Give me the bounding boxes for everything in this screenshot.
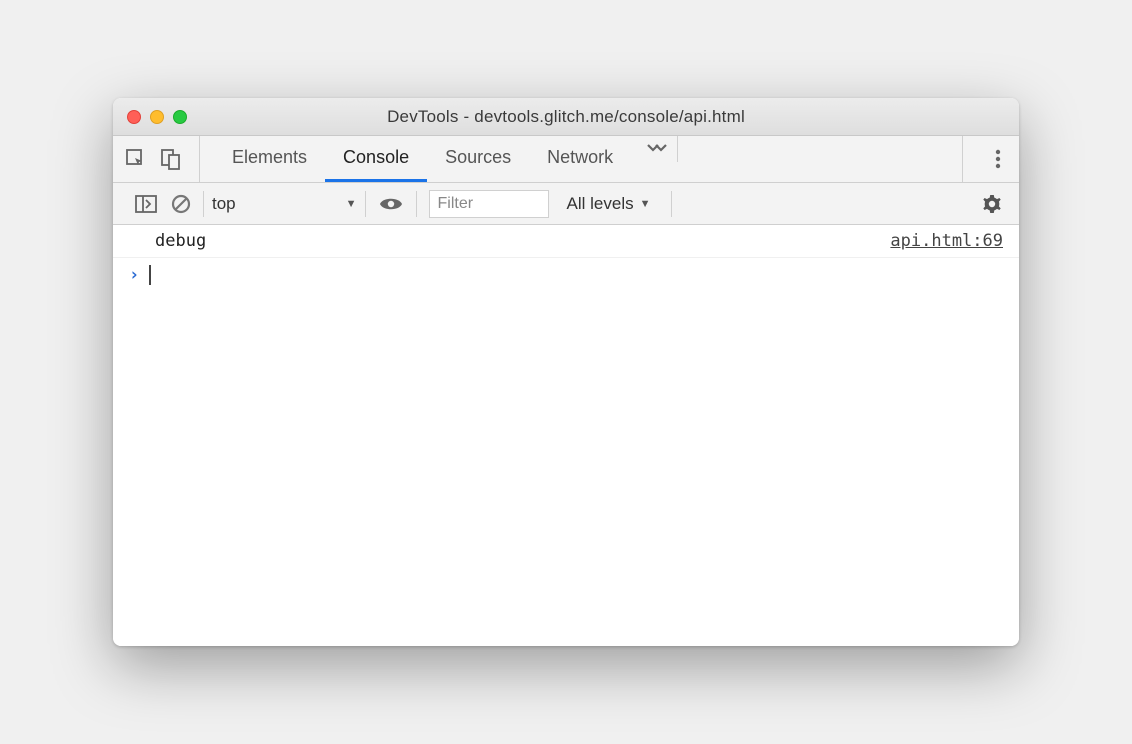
- chevron-down-icon: ▼: [640, 198, 651, 210]
- log-levels-select[interactable]: All levels ▼: [559, 194, 659, 214]
- inspect-element-icon[interactable]: [125, 148, 147, 170]
- tabs: Elements Console Sources Network: [214, 136, 631, 182]
- sidebar-toggle-icon[interactable]: [135, 195, 157, 213]
- maximize-button[interactable]: [173, 110, 187, 124]
- devtools-window: DevTools - devtools.glitch.me/console/ap…: [113, 98, 1019, 646]
- device-toggle-icon[interactable]: [161, 148, 181, 170]
- context-label: top: [212, 194, 236, 214]
- tabs-left-icons: [125, 136, 200, 182]
- more-tabs-icon[interactable]: [637, 136, 678, 162]
- titlebar: DevTools - devtools.glitch.me/console/ap…: [113, 98, 1019, 136]
- console-log-text: debug: [155, 231, 206, 251]
- filter-input[interactable]: [429, 190, 549, 218]
- tabs-right: [962, 136, 1015, 182]
- console-input-row[interactable]: ›: [113, 258, 1019, 291]
- window-title: DevTools - devtools.glitch.me/console/ap…: [127, 107, 1005, 127]
- eye-icon[interactable]: [378, 195, 404, 213]
- tab-sources[interactable]: Sources: [427, 136, 529, 182]
- tabs-row: Elements Console Sources Network: [113, 136, 1019, 183]
- execution-context-select[interactable]: top ▼: [204, 192, 365, 216]
- tab-console[interactable]: Console: [325, 136, 427, 182]
- chevron-down-icon: ▼: [346, 198, 357, 210]
- tab-network[interactable]: Network: [529, 136, 631, 182]
- gear-icon[interactable]: [975, 193, 1009, 215]
- console-toolbar: top ▼ All levels ▼: [113, 183, 1019, 225]
- clear-console-icon[interactable]: [171, 194, 191, 214]
- console-log-row: debug api.html:69: [113, 225, 1019, 258]
- tab-elements[interactable]: Elements: [214, 136, 325, 182]
- close-button[interactable]: [127, 110, 141, 124]
- prompt-chevron-icon: ›: [129, 265, 139, 285]
- minimize-button[interactable]: [150, 110, 164, 124]
- levels-label: All levels: [567, 194, 634, 214]
- kebab-menu-icon[interactable]: [981, 148, 1015, 170]
- console-source-link[interactable]: api.html:69: [890, 231, 1003, 251]
- traffic-lights: [127, 110, 187, 124]
- input-cursor: [149, 265, 151, 285]
- console-body: debug api.html:69 ›: [113, 225, 1019, 646]
